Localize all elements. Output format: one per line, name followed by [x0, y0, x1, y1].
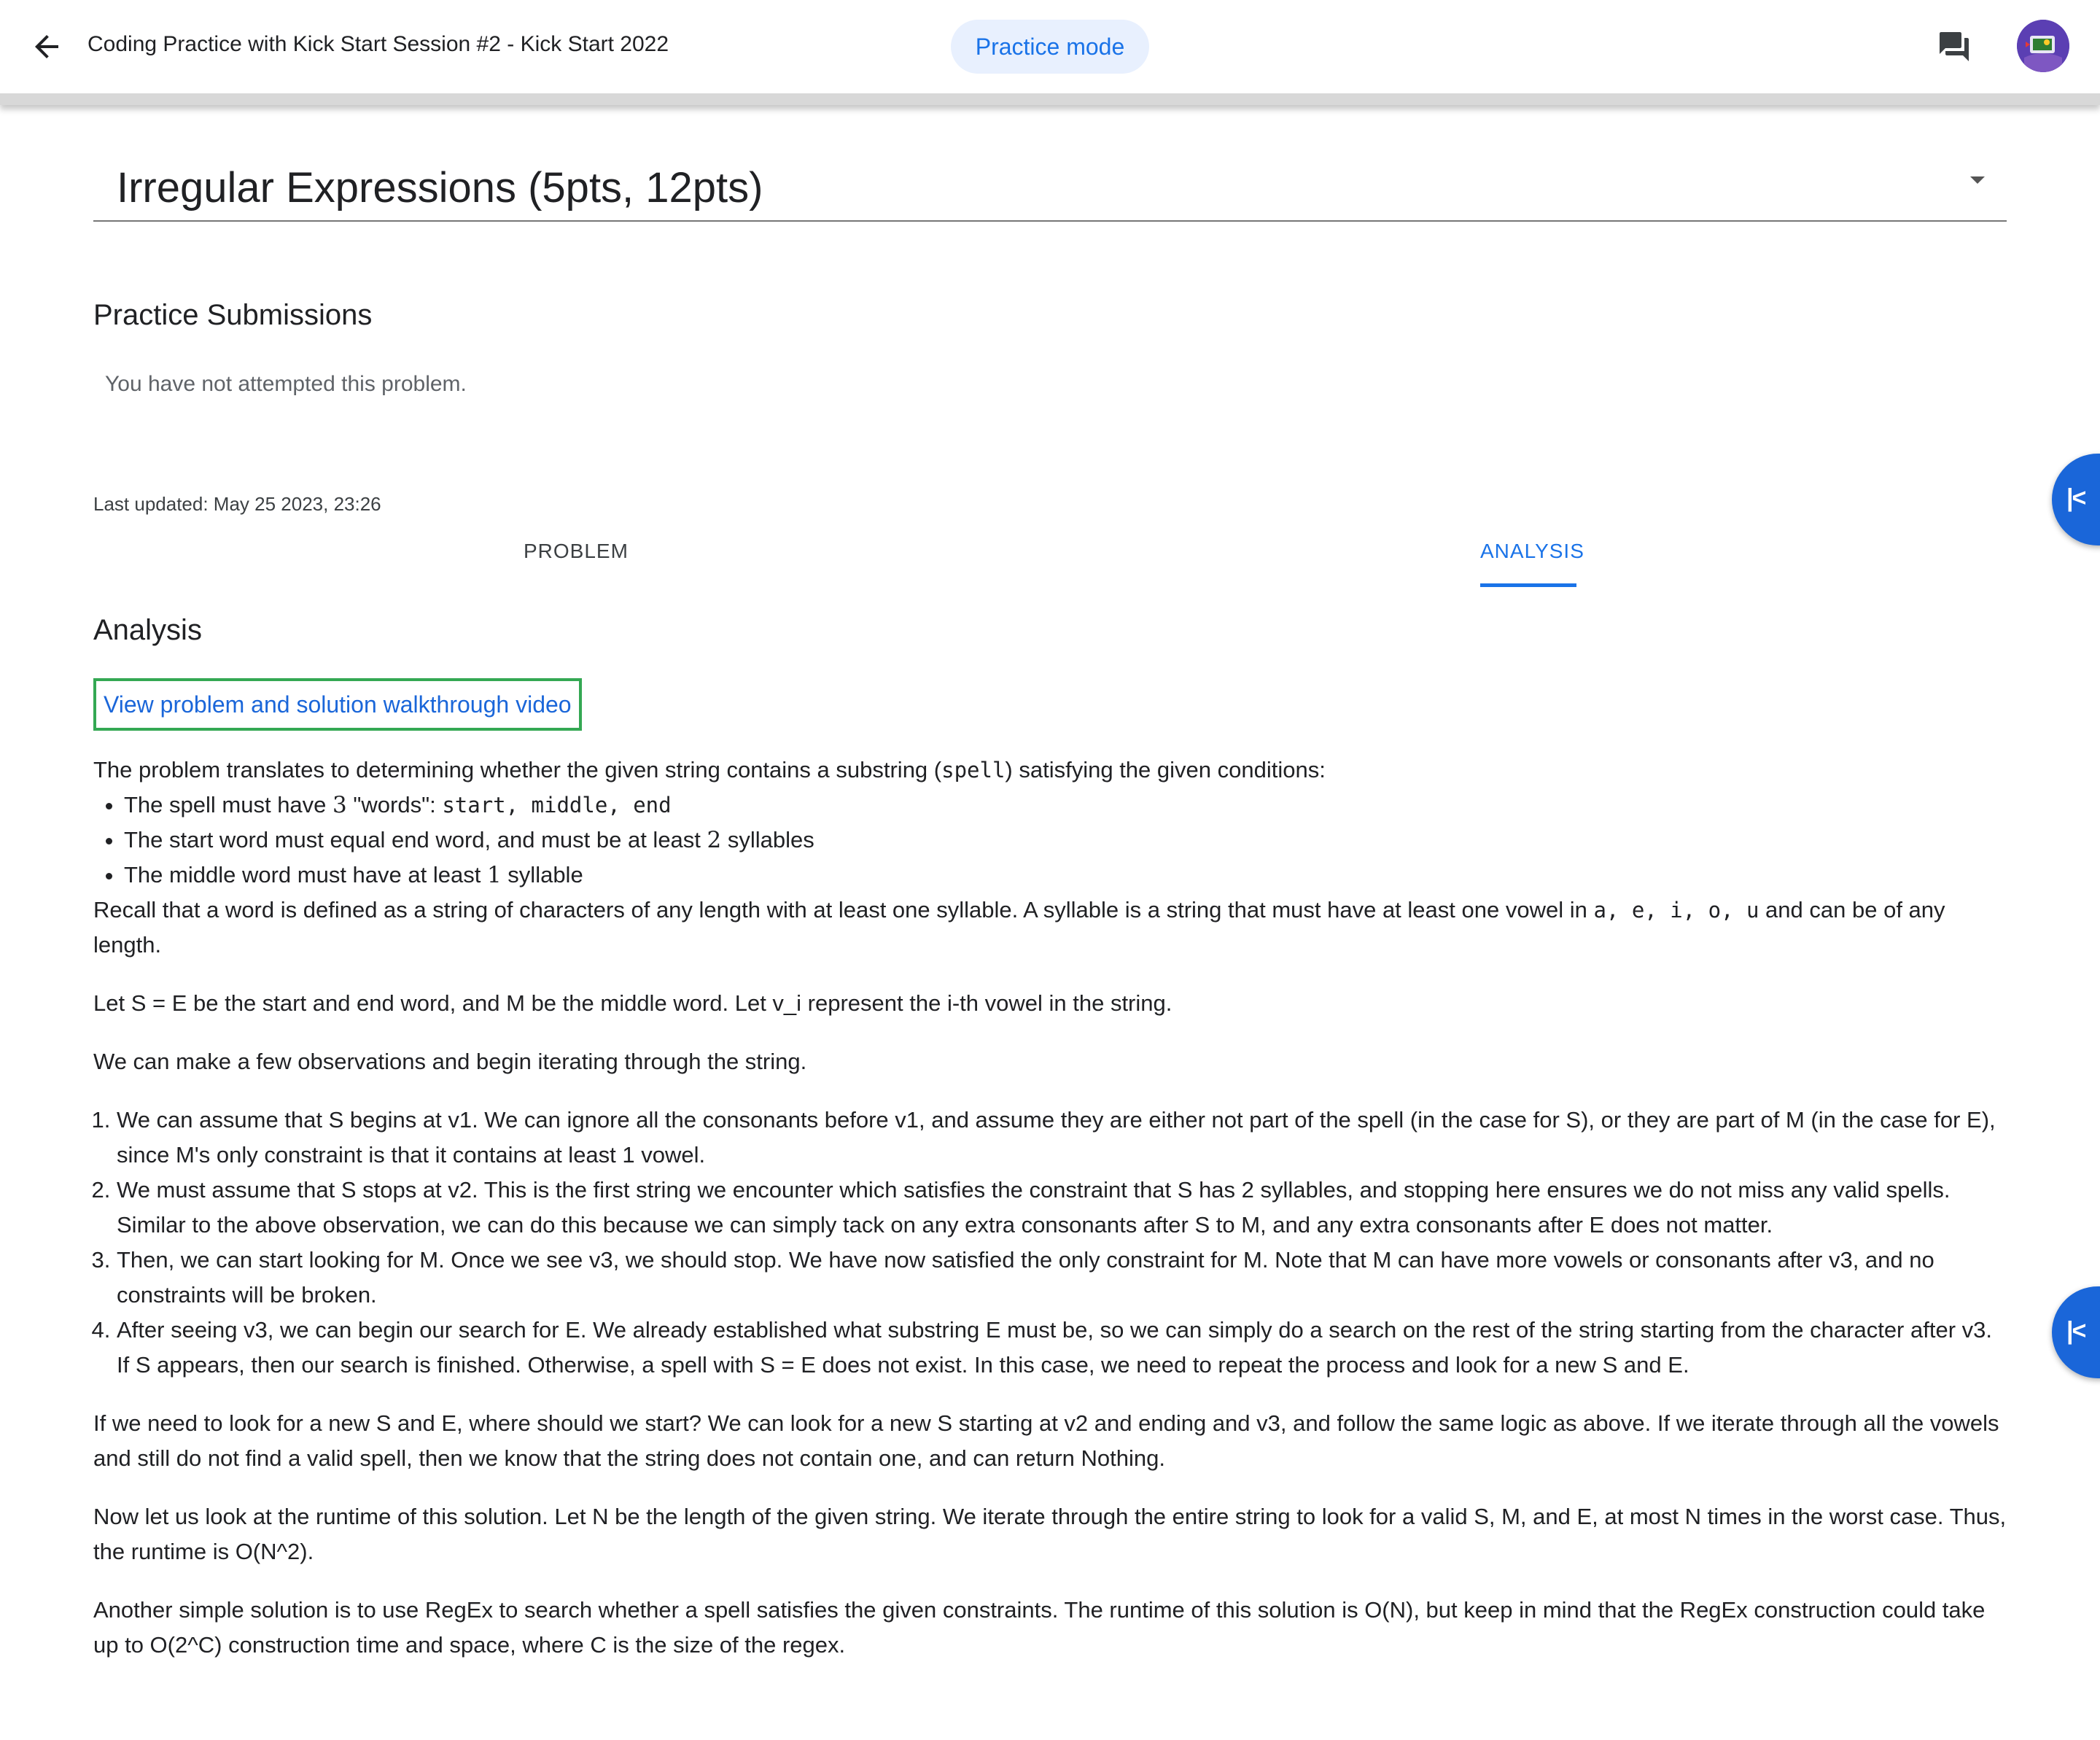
runtime-paragraph: Now let us look at the runtime of this s… [93, 1504, 2007, 1564]
let-paragraph: Let S = E be the start and end word, and… [93, 990, 1172, 1016]
condition-list: The spell must have 3 "words": start, mi… [93, 788, 2007, 893]
walkthrough-video-link[interactable]: View problem and solution walkthrough vi… [93, 678, 582, 731]
submissions-status: You have not attempted this problem. [105, 372, 467, 396]
collapse-panel-button[interactable]: |< [2052, 454, 2100, 545]
analysis-heading: Analysis [93, 614, 202, 646]
analysis-article: Analysis View problem and solution walkt… [93, 613, 2007, 1663]
last-updated: Last updated: May 25 2023, 23:26 [93, 493, 381, 515]
problem-selector[interactable]: Irregular Expressions (5pts, 12pts) [93, 146, 2007, 222]
collapse-panel-icon: |< [2066, 1317, 2086, 1345]
collapse-panel-button[interactable]: |< [2052, 1286, 2100, 1378]
contest-title: Coding Practice with Kick Start Session … [88, 32, 669, 56]
dropdown-caret-icon [1970, 176, 1985, 184]
problem-page: Irregular Expressions (5pts, 12pts) Prac… [93, 146, 2007, 587]
list-item: The spell must have 3 "words": start, mi… [124, 788, 2007, 823]
list-item: After seeing v3, we can begin our search… [117, 1313, 2007, 1383]
tab-analysis[interactable]: ANALYSIS [1480, 540, 1584, 563]
active-tab-indicator [1480, 583, 1576, 587]
submissions-heading: Practice Submissions [93, 299, 373, 331]
top-app-bar: Coding Practice with Kick Start Session … [0, 0, 2100, 105]
user-avatar[interactable] [2017, 20, 2069, 72]
list-item: Then, we can start looking for M. Once w… [117, 1243, 2007, 1313]
list-item: We must assume that S stops at v2. This … [117, 1173, 2007, 1243]
list-item: The start word must equal end word, and … [124, 823, 2007, 858]
recall-paragraph: Recall that a word is defined as a strin… [93, 897, 1945, 958]
regex-paragraph: Another simple solution is to use RegEx … [93, 1597, 1986, 1658]
collapse-panel-icon: |< [2066, 484, 2086, 512]
practice-mode-chip[interactable]: Practice mode [951, 20, 1149, 74]
restart-paragraph: If we need to look for a new S and E, wh… [93, 1410, 1999, 1471]
steps-list: We can assume that S begins at v1. We ca… [93, 1103, 2007, 1383]
chat-icon[interactable] [1937, 29, 1972, 64]
intro-paragraph: The problem translates to determining wh… [93, 757, 1326, 782]
arrow-back-icon[interactable] [29, 29, 64, 64]
list-item: We can assume that S begins at v1. We ca… [117, 1103, 2007, 1173]
tab-problem[interactable]: PROBLEM [524, 540, 629, 563]
observe-paragraph: We can make a few observations and begin… [93, 1049, 807, 1074]
tab-bar: PROBLEM ANALYSIS [93, 540, 2007, 591]
selected-problem: Irregular Expressions (5pts, 12pts) [117, 164, 763, 211]
list-item: The middle word must have at least 1 syl… [124, 858, 2007, 893]
